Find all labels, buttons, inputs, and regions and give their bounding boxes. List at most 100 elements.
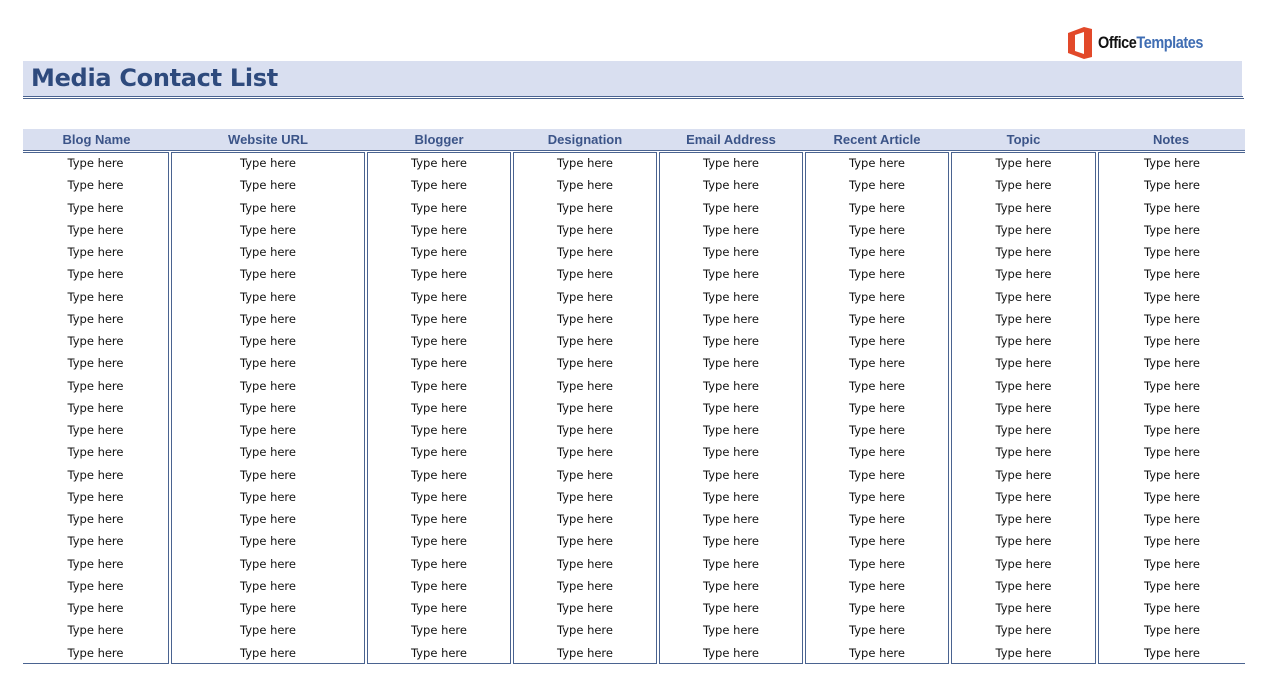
table-cell[interactable]: Type here bbox=[368, 287, 510, 309]
table-cell[interactable]: Type here bbox=[23, 153, 168, 175]
table-cell[interactable]: Type here bbox=[23, 198, 168, 220]
table-cell[interactable]: Type here bbox=[1099, 531, 1245, 553]
table-cell[interactable]: Type here bbox=[952, 153, 1095, 175]
table-cell[interactable]: Type here bbox=[1099, 242, 1245, 264]
table-cell[interactable]: Type here bbox=[368, 264, 510, 286]
table-cell[interactable]: Type here bbox=[952, 620, 1095, 642]
table-cell[interactable]: Type here bbox=[660, 353, 802, 375]
table-cell[interactable]: Type here bbox=[172, 531, 364, 553]
table-cell[interactable]: Type here bbox=[368, 398, 510, 420]
table-cell[interactable]: Type here bbox=[368, 376, 510, 398]
table-cell[interactable]: Type here bbox=[806, 554, 948, 576]
table-cell[interactable]: Type here bbox=[368, 331, 510, 353]
table-cell[interactable]: Type here bbox=[172, 576, 364, 598]
table-cell[interactable]: Type here bbox=[23, 264, 168, 286]
table-cell[interactable]: Type here bbox=[172, 509, 364, 531]
table-cell[interactable]: Type here bbox=[660, 220, 802, 242]
table-cell[interactable]: Type here bbox=[1099, 598, 1245, 620]
table-cell[interactable]: Type here bbox=[1099, 576, 1245, 598]
table-cell[interactable]: Type here bbox=[368, 531, 510, 553]
table-cell[interactable]: Type here bbox=[952, 242, 1095, 264]
table-cell[interactable]: Type here bbox=[952, 554, 1095, 576]
table-cell[interactable]: Type here bbox=[806, 643, 948, 665]
table-cell[interactable]: Type here bbox=[660, 531, 802, 553]
table-cell[interactable]: Type here bbox=[952, 487, 1095, 509]
table-cell[interactable]: Type here bbox=[952, 220, 1095, 242]
table-cell[interactable]: Type here bbox=[1099, 487, 1245, 509]
table-cell[interactable]: Type here bbox=[172, 198, 364, 220]
table-cell[interactable]: Type here bbox=[660, 487, 802, 509]
table-cell[interactable]: Type here bbox=[952, 309, 1095, 331]
table-cell[interactable]: Type here bbox=[172, 398, 364, 420]
table-cell[interactable]: Type here bbox=[172, 331, 364, 353]
table-cell[interactable]: Type here bbox=[1099, 442, 1245, 464]
table-cell[interactable]: Type here bbox=[660, 175, 802, 197]
table-cell[interactable]: Type here bbox=[514, 175, 656, 197]
table-cell[interactable]: Type here bbox=[952, 643, 1095, 665]
table-cell[interactable]: Type here bbox=[514, 353, 656, 375]
column-header-blog-name[interactable]: Blog Name bbox=[23, 129, 170, 150]
table-cell[interactable]: Type here bbox=[172, 376, 364, 398]
table-cell[interactable]: Type here bbox=[514, 576, 656, 598]
table-cell[interactable]: Type here bbox=[1099, 643, 1245, 665]
table-cell[interactable]: Type here bbox=[806, 598, 948, 620]
table-cell[interactable]: Type here bbox=[806, 220, 948, 242]
column-header-email-address[interactable]: Email Address bbox=[658, 129, 804, 150]
table-cell[interactable]: Type here bbox=[172, 264, 364, 286]
table-cell[interactable]: Type here bbox=[660, 598, 802, 620]
table-cell[interactable]: Type here bbox=[514, 420, 656, 442]
table-cell[interactable]: Type here bbox=[23, 175, 168, 197]
table-cell[interactable]: Type here bbox=[1099, 153, 1245, 175]
table-cell[interactable]: Type here bbox=[172, 287, 364, 309]
table-cell[interactable]: Type here bbox=[514, 643, 656, 665]
table-cell[interactable]: Type here bbox=[514, 620, 656, 642]
table-cell[interactable]: Type here bbox=[514, 442, 656, 464]
table-cell[interactable]: Type here bbox=[806, 153, 948, 175]
column-header-blogger[interactable]: Blogger bbox=[366, 129, 512, 150]
table-cell[interactable]: Type here bbox=[806, 509, 948, 531]
table-cell[interactable]: Type here bbox=[806, 175, 948, 197]
table-cell[interactable]: Type here bbox=[368, 598, 510, 620]
table-cell[interactable]: Type here bbox=[368, 643, 510, 665]
table-cell[interactable]: Type here bbox=[514, 153, 656, 175]
table-cell[interactable]: Type here bbox=[1099, 309, 1245, 331]
table-cell[interactable]: Type here bbox=[660, 198, 802, 220]
table-cell[interactable]: Type here bbox=[952, 198, 1095, 220]
table-cell[interactable]: Type here bbox=[368, 509, 510, 531]
table-cell[interactable]: Type here bbox=[514, 220, 656, 242]
column-header-designation[interactable]: Designation bbox=[512, 129, 658, 150]
table-cell[interactable]: Type here bbox=[172, 598, 364, 620]
table-cell[interactable]: Type here bbox=[368, 353, 510, 375]
table-cell[interactable]: Type here bbox=[514, 331, 656, 353]
table-cell[interactable]: Type here bbox=[952, 465, 1095, 487]
table-cell[interactable]: Type here bbox=[23, 353, 168, 375]
table-cell[interactable]: Type here bbox=[1099, 376, 1245, 398]
table-cell[interactable]: Type here bbox=[172, 153, 364, 175]
table-cell[interactable]: Type here bbox=[172, 242, 364, 264]
table-cell[interactable]: Type here bbox=[1099, 175, 1245, 197]
table-cell[interactable]: Type here bbox=[172, 309, 364, 331]
table-cell[interactable]: Type here bbox=[172, 420, 364, 442]
table-cell[interactable]: Type here bbox=[23, 442, 168, 464]
table-cell[interactable]: Type here bbox=[660, 442, 802, 464]
table-cell[interactable]: Type here bbox=[172, 487, 364, 509]
table-cell[interactable]: Type here bbox=[514, 287, 656, 309]
table-cell[interactable]: Type here bbox=[952, 420, 1095, 442]
table-cell[interactable]: Type here bbox=[368, 242, 510, 264]
table-cell[interactable]: Type here bbox=[514, 554, 656, 576]
table-cell[interactable]: Type here bbox=[1099, 198, 1245, 220]
table-cell[interactable]: Type here bbox=[514, 376, 656, 398]
table-cell[interactable]: Type here bbox=[806, 620, 948, 642]
table-cell[interactable]: Type here bbox=[368, 309, 510, 331]
table-cell[interactable]: Type here bbox=[660, 309, 802, 331]
table-cell[interactable]: Type here bbox=[368, 153, 510, 175]
table-cell[interactable]: Type here bbox=[660, 287, 802, 309]
table-cell[interactable]: Type here bbox=[1099, 420, 1245, 442]
page-title[interactable]: Media Contact List bbox=[31, 64, 278, 92]
table-cell[interactable]: Type here bbox=[514, 509, 656, 531]
table-cell[interactable]: Type here bbox=[172, 442, 364, 464]
table-cell[interactable]: Type here bbox=[806, 331, 948, 353]
table-cell[interactable]: Type here bbox=[952, 509, 1095, 531]
table-cell[interactable]: Type here bbox=[806, 420, 948, 442]
table-cell[interactable]: Type here bbox=[1099, 398, 1245, 420]
